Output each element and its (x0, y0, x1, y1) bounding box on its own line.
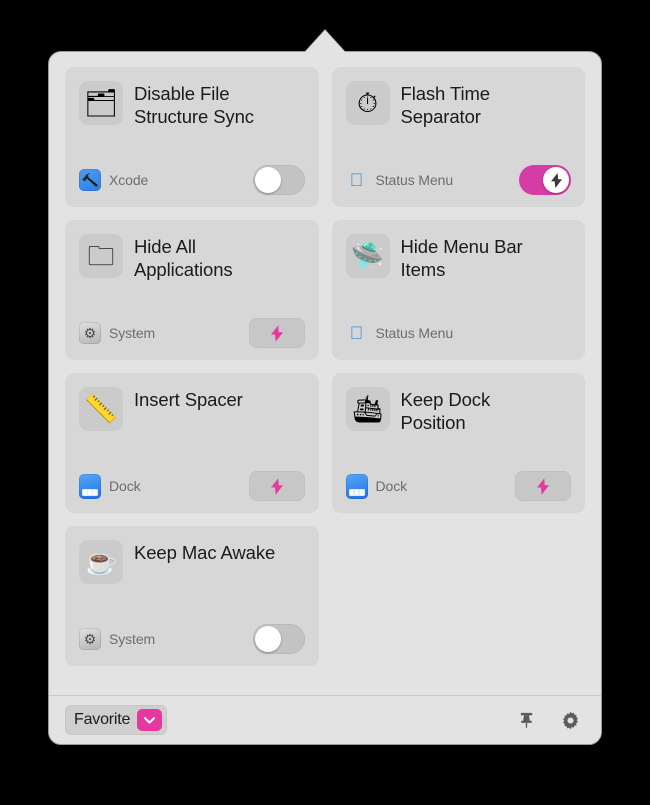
straight-ruler-icon: 📏 (79, 387, 123, 431)
lightning-bolt-icon (537, 477, 549, 495)
card-title: Keep Dock Position (400, 389, 491, 433)
system-icon: ⚙ (79, 628, 101, 650)
card-title: Disable File Structure Sync (134, 83, 254, 127)
card-toggle[interactable] (252, 165, 305, 195)
card-app-label: System (109, 325, 156, 341)
lightning-bolt-icon (270, 324, 283, 342)
card-header: ☕ Keep Mac Awake (79, 540, 305, 584)
card-title: Flash Time Separator (400, 83, 491, 127)
xcode-icon: 🔨 (79, 169, 101, 191)
chevron-down-icon[interactable] (137, 709, 163, 731)
card-app-label: Dock (109, 478, 141, 494)
card-app-label: Status Menu (375, 172, 454, 188)
card-title: Keep Mac Awake (134, 542, 276, 563)
toggle-knob (254, 626, 281, 652)
card-run-button[interactable] (248, 471, 305, 501)
gear-icon[interactable] (559, 709, 581, 731)
card-header: 🗀 Hide All Applications (79, 234, 305, 281)
stopwatch-icon: ⏱ (345, 81, 390, 125)
card-app-label: Status Menu (375, 325, 454, 341)
favorite-filter-dropdown[interactable]: Favorite (65, 705, 168, 735)
card-title: Insert Spacer (134, 389, 243, 410)
action-card[interactable]: ⏱ Flash Time Separator  Status Menu (331, 67, 585, 207)
card-toggle[interactable] (252, 624, 305, 654)
card-header: 📏 Insert Spacer (79, 387, 305, 431)
apple-icon:  (346, 169, 368, 191)
pushpin-icon[interactable] (515, 709, 537, 731)
popover-footer: Favorite (49, 695, 601, 744)
card-run-button[interactable] (515, 471, 571, 501)
flying-saucer-icon: 🛸 (345, 234, 390, 278)
footer-icon-group (515, 709, 585, 731)
lightning-bolt-icon (550, 172, 562, 188)
passenger-ship-icon: 🛳 (345, 387, 390, 431)
action-card[interactable]: 🗂 Disable File Structure Sync 🔨 Xcode (65, 67, 319, 207)
card-title: Hide Menu Bar Items (400, 236, 523, 280)
action-cards-grid: 🗂 Disable File Structure Sync 🔨 Xcode ⏱ … (49, 52, 601, 695)
card-footer: Dock (79, 471, 305, 501)
menubar-popover: 🗂 Disable File Structure Sync 🔨 Xcode ⏱ … (0, 0, 650, 805)
card-header: 🛳 Keep Dock Position (345, 387, 572, 434)
card-footer:  Status Menu (346, 165, 571, 195)
gear-glyph (562, 711, 578, 729)
chevron-down-glyph (144, 716, 156, 724)
pushpin-glyph (520, 712, 532, 728)
lightning-bolt-icon (270, 477, 283, 495)
popover-window: 🗂 Disable File Structure Sync 🔨 Xcode ⏱ … (48, 51, 602, 745)
action-card[interactable]: 📏 Insert Spacer Dock (65, 373, 319, 513)
action-card[interactable]: 🗀 Hide All Applications ⚙ System (65, 220, 319, 360)
card-title: Hide All Applications (134, 236, 233, 280)
card-index-dividers-icon: 🗂 (79, 81, 123, 125)
file-folder-icon: 🗀 (79, 234, 123, 278)
favorite-filter-label: Favorite (74, 711, 131, 728)
card-header: 🗂 Disable File Structure Sync (79, 81, 305, 128)
hot-beverage-icon: ☕ (79, 540, 123, 584)
card-footer: 🔨 Xcode (79, 165, 305, 195)
card-header: ⏱ Flash Time Separator (345, 81, 572, 128)
card-app-label: Xcode (109, 172, 149, 188)
toggle-knob (254, 167, 281, 193)
apple-icon:  (346, 322, 368, 344)
toggle-knob (543, 167, 569, 193)
system-icon: ⚙ (79, 322, 101, 344)
card-app-label: System (109, 631, 156, 647)
card-header: 🛸 Hide Menu Bar Items (345, 234, 572, 281)
popover-arrow (305, 30, 345, 52)
action-card[interactable]: ☕ Keep Mac Awake ⚙ System (65, 526, 319, 666)
action-card[interactable]: 🛸 Hide Menu Bar Items  Status Menu (331, 220, 585, 360)
action-card[interactable]: 🛳 Keep Dock Position Dock (331, 373, 585, 513)
dock-icon (79, 473, 101, 499)
card-app-label: Dock (375, 478, 408, 494)
card-footer: ⚙ System (79, 318, 305, 348)
card-run-button[interactable] (248, 318, 305, 348)
card-footer:  Status Menu (346, 318, 572, 348)
dock-icon (345, 473, 368, 499)
card-toggle[interactable] (519, 165, 571, 195)
card-footer: Dock (345, 471, 571, 501)
card-footer: ⚙ System (79, 624, 305, 654)
